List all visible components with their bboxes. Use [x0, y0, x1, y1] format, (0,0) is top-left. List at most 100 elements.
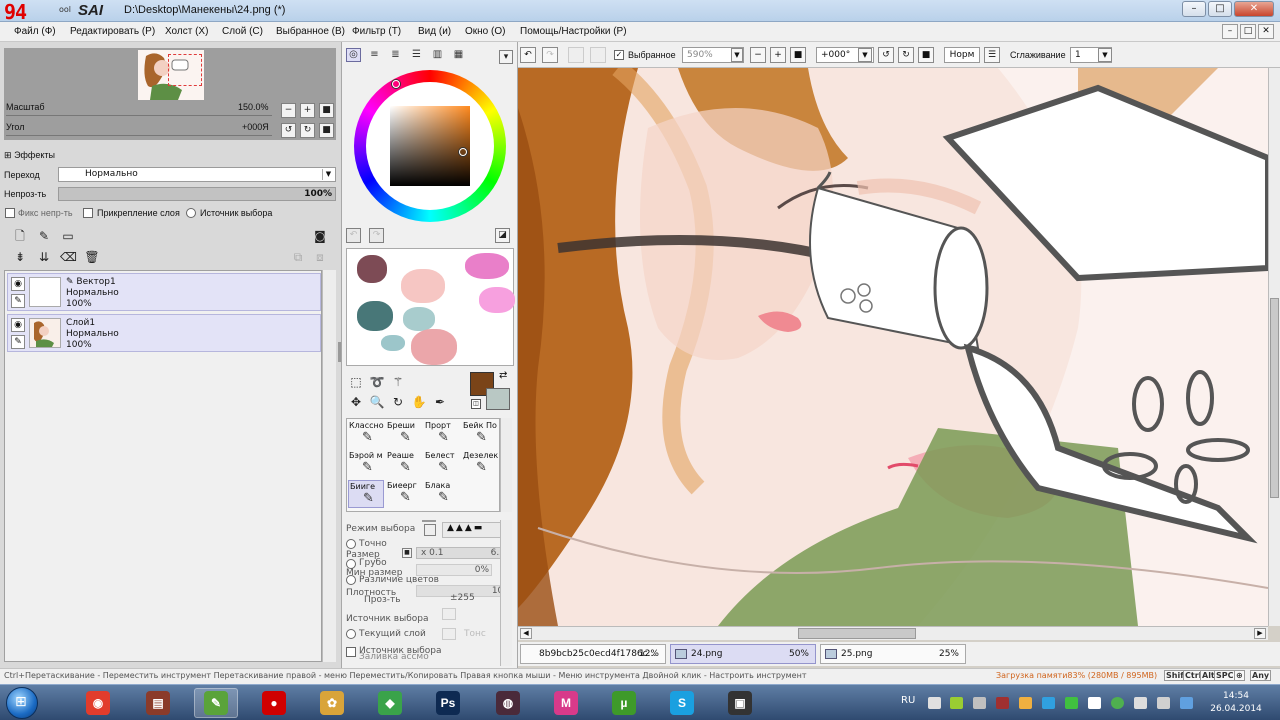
doc-restore-button[interactable]: □	[1240, 24, 1256, 39]
eye-icon[interactable]: ◉	[11, 318, 25, 332]
doc-close-button[interactable]: ✕	[1258, 24, 1274, 39]
rotate-reset-icon[interactable]: ■	[319, 123, 334, 138]
angle-dropdown-icon[interactable]: ▼	[858, 48, 872, 62]
new-layer-icon[interactable]: 🗋	[12, 228, 28, 244]
lock-opacity-checkbox[interactable]	[5, 208, 15, 218]
taskbar-app-m[interactable]: M	[544, 688, 588, 718]
source-option-icon[interactable]	[442, 608, 456, 620]
tool-grid-scrollbar[interactable]	[500, 418, 512, 512]
doc-tab-3[interactable]: 25.png 25%	[820, 644, 966, 664]
zoom-plus-icon[interactable]: +	[770, 47, 786, 63]
clock[interactable]: 14:54 26.04.2014	[1206, 690, 1266, 716]
new-folder-icon[interactable]: ▭	[60, 228, 76, 244]
clip-layer-checkbox[interactable]	[83, 208, 93, 218]
apply-mask-icon[interactable]: ⧉	[290, 249, 306, 265]
taskbar-app-record[interactable]: ●	[252, 688, 296, 718]
rotate-left-icon[interactable]: ↺	[281, 123, 296, 138]
swatch-2[interactable]	[401, 269, 445, 303]
doc-tab-1[interactable]: 8b9bcb25c0ecd4f1786c... 12%	[520, 644, 666, 664]
swatch-5[interactable]	[479, 287, 515, 313]
rgb-slider-tab-icon[interactable]: ≡	[367, 48, 382, 62]
mix-slider-tab-icon[interactable]: ☰	[409, 48, 424, 62]
taskbar-app-skype[interactable]: S	[660, 688, 704, 718]
taskbar-app-paint[interactable]: ✿	[310, 688, 354, 718]
rotate-ccw-icon[interactable]: ↺	[878, 47, 894, 63]
undo-icon[interactable]: ↶	[346, 228, 361, 243]
deselect-button-icon[interactable]	[568, 47, 584, 63]
doc-minimize-button[interactable]: –	[1222, 24, 1238, 39]
hsv-slider-tab-icon[interactable]: ≣	[388, 48, 403, 62]
zoom-minus-icon[interactable]: −	[750, 47, 766, 63]
tool-bucket[interactable]: Бииге ✎	[348, 480, 384, 508]
tray-icon-3[interactable]	[973, 697, 986, 709]
menu-view[interactable]: Вид (и)	[418, 26, 451, 37]
invert-selection-icon[interactable]	[590, 47, 606, 63]
transparent-color-icon[interactable]: ◫	[471, 399, 481, 409]
zoom-icon[interactable]: 🔍	[369, 394, 385, 410]
doc-tab-2[interactable]: 24.png 50%	[670, 644, 816, 664]
maximize-button[interactable]: □	[1208, 1, 1232, 17]
magic-wand-icon[interactable]: ⚚	[390, 374, 406, 390]
menu-layer[interactable]: Слой (С)	[222, 26, 263, 37]
tool-vector[interactable]: Биеерг ✎	[386, 480, 422, 508]
language-indicator[interactable]: RU	[901, 695, 915, 706]
color-picker-cursor[interactable]	[459, 148, 467, 156]
saturation-value-square[interactable]	[390, 106, 470, 186]
rotate-right-icon[interactable]: ↻	[300, 123, 315, 138]
zoom-out-icon[interactable]: −	[281, 103, 296, 118]
brush-icon[interactable]: ✎	[11, 335, 25, 349]
rotate-icon[interactable]: ↻	[390, 394, 406, 410]
size-lock-icon[interactable]: ■	[402, 548, 412, 558]
smoothing-dropdown-icon[interactable]: ▼	[1098, 48, 1112, 62]
tray-icon-2[interactable]	[950, 697, 963, 709]
rotate-reset-button-icon[interactable]: ■	[918, 47, 934, 63]
taskbar-app-winrar[interactable]: ▤	[136, 688, 180, 718]
tray-icon-7[interactable]	[1065, 697, 1078, 709]
hand-icon[interactable]: ✋	[411, 394, 427, 410]
tray-icon-9[interactable]	[1111, 697, 1124, 709]
menu-canvas[interactable]: Холст (Х)	[165, 26, 208, 37]
menu-edit[interactable]: Редактировать (Р)	[70, 26, 155, 37]
canvas-horizontal-scrollbar[interactable]: ◀ ▶	[518, 626, 1268, 640]
precise-radio[interactable]	[346, 539, 356, 549]
swatch-3[interactable]	[465, 253, 509, 279]
color-diff-radio[interactable]	[346, 575, 356, 585]
new-vector-layer-icon[interactable]: ✎	[36, 228, 52, 244]
zoom-reset-icon[interactable]: ■	[319, 103, 334, 118]
swatch-tab-icon[interactable]: ▥	[430, 48, 445, 62]
selection-source-radio[interactable]	[186, 208, 196, 218]
flip-normal-button[interactable]: Норм	[944, 47, 980, 63]
start-button[interactable]: ⊞	[6, 687, 38, 719]
stabilizer-icon[interactable]: ☰	[984, 47, 1000, 63]
tool-eraser[interactable]: Бэрой м ✎	[348, 450, 384, 478]
current-layer-option-icon[interactable]	[442, 628, 456, 640]
color-wheel-tab-icon[interactable]: ◎	[346, 48, 361, 62]
taskbar-app-sims[interactable]: ◆	[368, 688, 412, 718]
swap-colors-icon[interactable]: ⇄	[499, 370, 507, 381]
volume-icon[interactable]	[1134, 697, 1147, 709]
menu-file[interactable]: Файл (Ф)	[14, 26, 56, 37]
swatch-1[interactable]	[357, 255, 387, 283]
splitter-handle[interactable]	[422, 520, 436, 522]
tool-pen[interactable]: Бейк По ✎	[462, 420, 498, 448]
color-wheel[interactable]	[354, 70, 506, 222]
layer-row-vector1[interactable]: ◉ ✎ ✎ Вектор1 Нормально 100%	[7, 273, 321, 311]
taskbar-app-terminal[interactable]: ▣	[718, 688, 762, 718]
scroll-left-icon[interactable]: ◀	[520, 628, 532, 639]
minimize-button[interactable]: –	[1182, 1, 1206, 17]
taskbar-app-sai[interactable]: ✎	[194, 688, 238, 718]
collapse-icon[interactable]: ▾	[499, 50, 513, 64]
show-selection-checkbox[interactable]: ✓	[614, 50, 624, 60]
tray-icon-4[interactable]	[996, 697, 1009, 709]
tray-icon-6[interactable]	[1042, 697, 1055, 709]
panel-splitter[interactable]	[338, 342, 341, 362]
scratchpad-tab-icon[interactable]: ▦	[451, 48, 466, 62]
taskbar-app-photoshop[interactable]: Ps	[426, 688, 470, 718]
tool-edit[interactable]: Реаше ✎	[386, 450, 422, 478]
redo-button-icon[interactable]: ↷	[542, 47, 558, 63]
angle-slider[interactable]	[6, 135, 272, 136]
blend-mode-select[interactable]: Нормально ▼	[58, 167, 336, 182]
swatch-7[interactable]	[381, 335, 405, 351]
close-button[interactable]: ✕	[1234, 1, 1274, 17]
lasso-icon[interactable]: ➰	[369, 374, 385, 390]
